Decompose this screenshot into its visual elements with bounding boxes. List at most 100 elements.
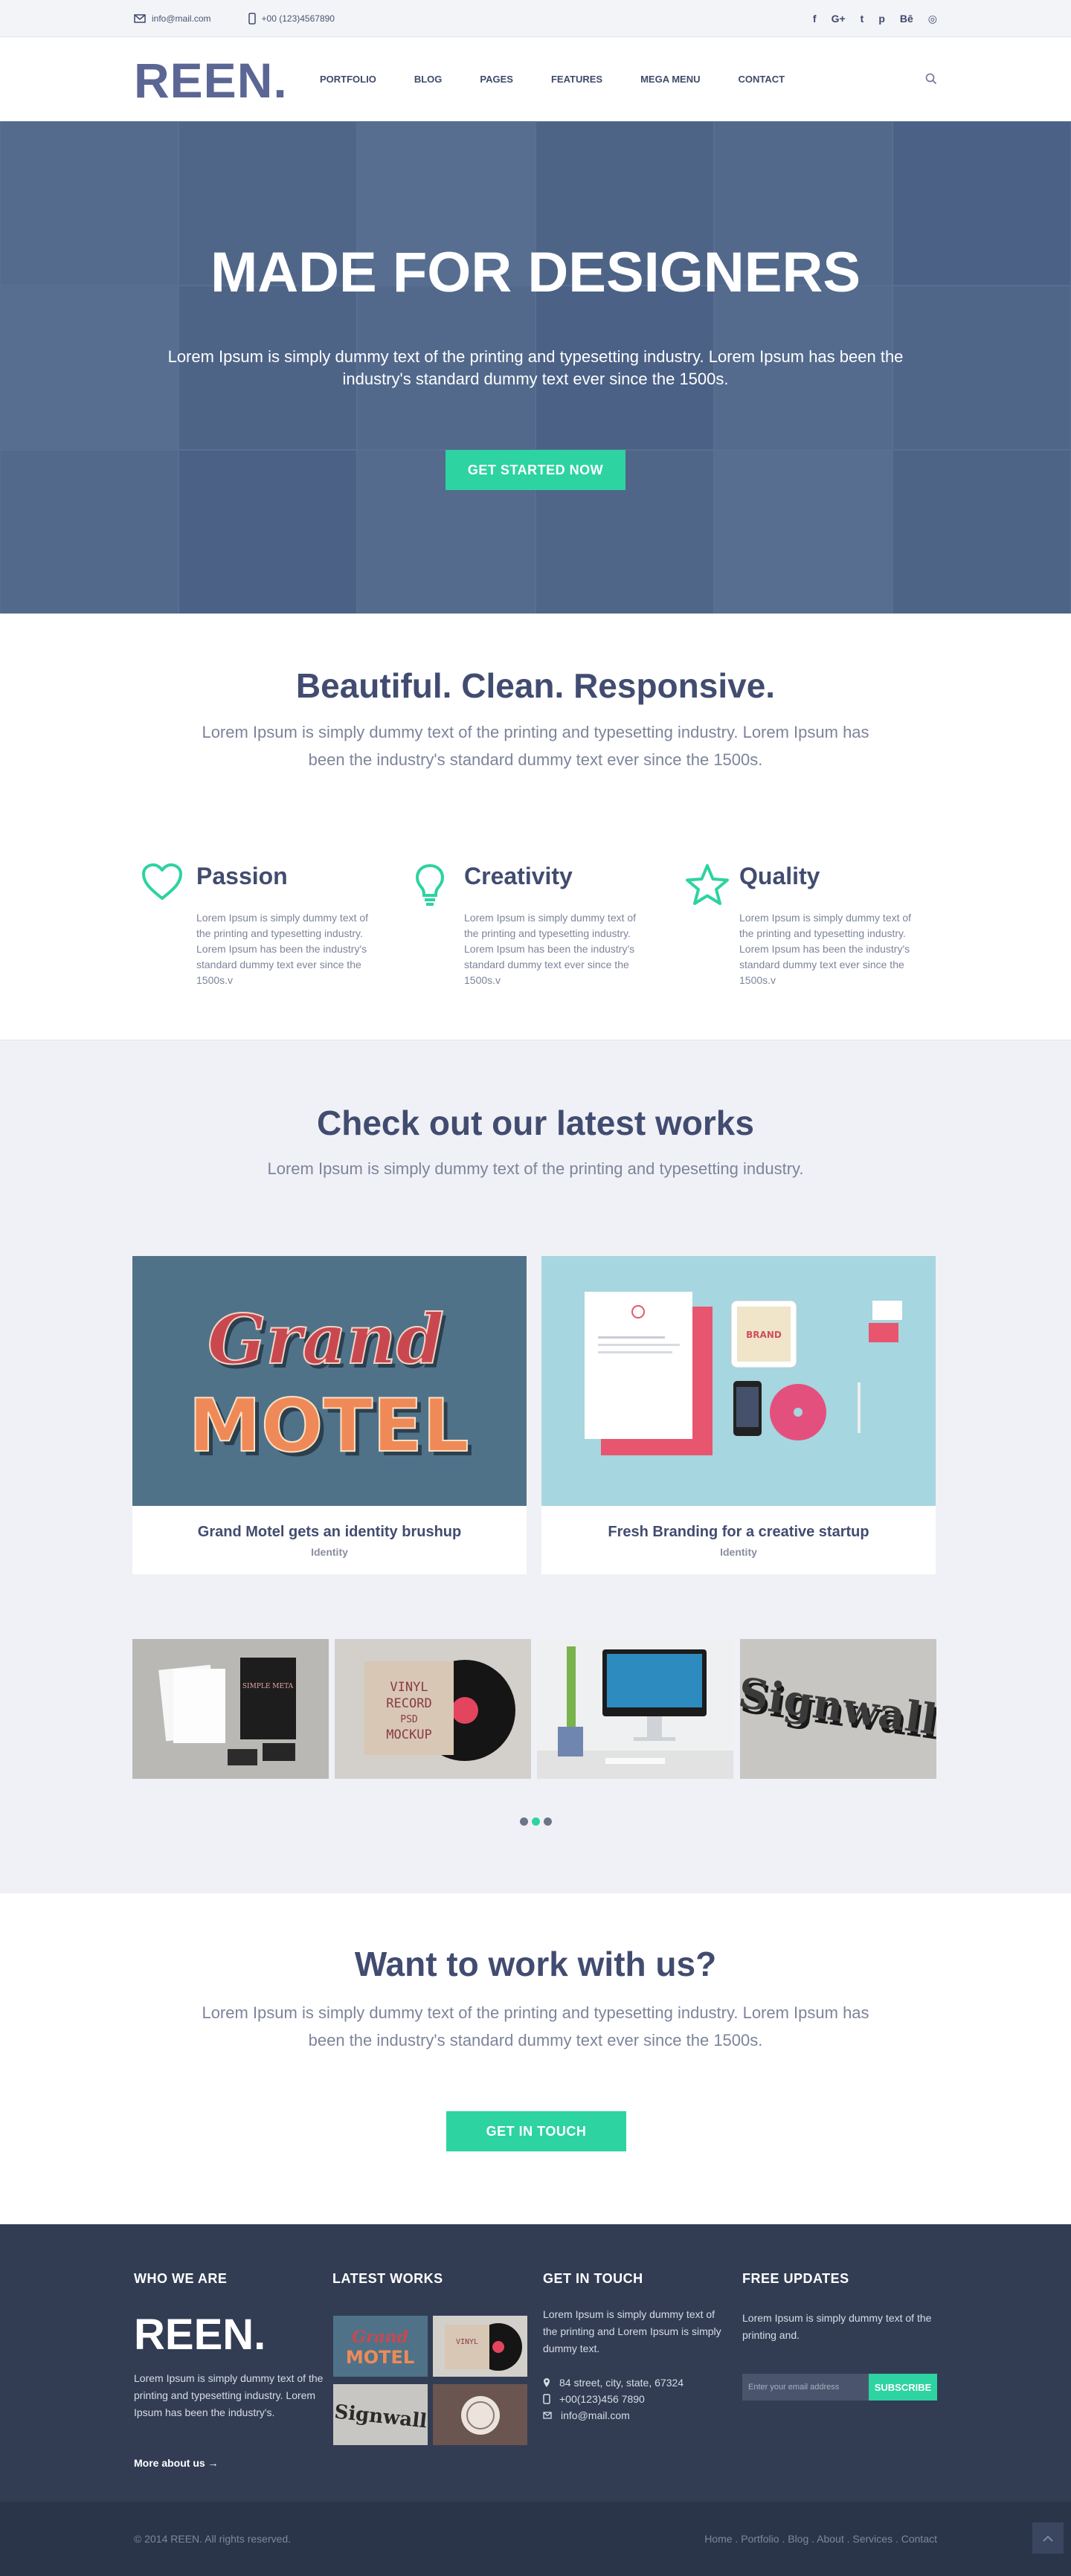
footer-works-title: LATEST WORKS bbox=[332, 2271, 443, 2286]
pinterest-icon[interactable]: p bbox=[878, 13, 885, 25]
work-thumb-stationery[interactable]: SIMPLE META bbox=[132, 1639, 329, 1779]
footer-thumb-vinyl-text: VINYL bbox=[456, 2338, 478, 2346]
footer-thumb-motel-text: MOTEL bbox=[346, 2347, 414, 2368]
brand-art-text: BRAND bbox=[746, 1330, 782, 1340]
feature-title: Quality bbox=[739, 863, 820, 889]
lightbulb-icon bbox=[415, 863, 445, 906]
intro-title: Beautiful. Clean. Responsive. bbox=[295, 666, 776, 705]
footer-email[interactable]: info@mail.com bbox=[543, 2407, 684, 2424]
get-in-touch-button[interactable]: GET IN TOUCH bbox=[446, 2111, 626, 2151]
main-nav: PORTFOLIO BLOG PAGES FEATURES MEGA MENU … bbox=[320, 37, 785, 121]
cta-subtitle: Lorem Ipsum is simply dummy text of the … bbox=[202, 2003, 869, 2049]
work-category: Identity bbox=[720, 1546, 757, 1558]
footer-address: 84 street, city, state, 67324 bbox=[543, 2374, 684, 2391]
more-about-link[interactable]: More about us → bbox=[134, 2457, 219, 2469]
works-section: Check out our latest works Lorem Ipsum i… bbox=[0, 1040, 1071, 1893]
site-footer: WHO WE ARE REEN. Lorem Ipsum is simply d… bbox=[0, 2224, 1071, 2502]
phone-contact[interactable]: +00 (123)4567890 bbox=[248, 13, 335, 25]
nav-portfolio[interactable]: PORTFOLIO bbox=[320, 74, 376, 85]
footer-about-text: Lorem Ipsum is simply dummy text of the … bbox=[134, 2372, 324, 2418]
get-started-button[interactable]: GET STARTED NOW bbox=[446, 450, 625, 490]
heart-icon bbox=[142, 863, 182, 900]
branding-mockup-art: BRAND bbox=[541, 1256, 936, 1506]
nav-blog[interactable]: BLOG bbox=[414, 74, 443, 85]
work-title: Grand Motel gets an identity brushup bbox=[197, 1524, 462, 1540]
grand-motel-art: Grand Grand MOTEL MOTEL bbox=[132, 1256, 527, 1506]
grand-art-text: Grand bbox=[208, 1299, 444, 1379]
feature-text: Lorem Ipsum is simply dummy text of the … bbox=[464, 912, 637, 986]
nav-contact[interactable]: CONTACT bbox=[738, 74, 785, 85]
work-card-grand-motel[interactable]: Grand Grand MOTEL MOTEL Grand Motel gets… bbox=[132, 1256, 527, 1574]
vinyl-art-line1: VINYL bbox=[390, 1680, 428, 1695]
carousel-dot[interactable] bbox=[543, 1817, 552, 1826]
footer-who-title: WHO WE ARE bbox=[134, 2271, 228, 2286]
hero-subtitle: Lorem Ipsum is simply dummy text of the … bbox=[167, 347, 904, 388]
footer-nav-links[interactable]: Home . Portfolio . Blog . About . Servic… bbox=[704, 2533, 937, 2545]
nav-features[interactable]: FEATURES bbox=[551, 74, 602, 85]
footer-touch-title: GET IN TOUCH bbox=[543, 2271, 643, 2286]
social-links: f G+ t p Bē ◎ bbox=[813, 0, 937, 37]
logo-text: REEN bbox=[134, 53, 274, 108]
footer-touch-text: Lorem Ipsum is simply dummy text of the … bbox=[543, 2308, 721, 2354]
stationery-art-text: SIMPLE META bbox=[242, 1683, 294, 1690]
footer-thumb-badge[interactable] bbox=[433, 2384, 527, 2445]
dribbble-icon[interactable]: ◎ bbox=[928, 13, 937, 25]
hero-section: MADE FOR DESIGNERS Lorem Ipsum is simply… bbox=[0, 121, 1071, 614]
carousel-dot-active[interactable] bbox=[531, 1817, 540, 1826]
cta-title: Want to work with us? bbox=[354, 1945, 717, 1983]
copyright-text: © 2014 REEN. All rights reserved. bbox=[134, 2533, 292, 2545]
footer-thumb-vinyl[interactable]: VINYL bbox=[433, 2316, 527, 2377]
footer-thumb-motel[interactable]: Grand MOTEL bbox=[333, 2316, 428, 2377]
site-header: REEN. PORTFOLIO BLOG PAGES FEATURES MEGA… bbox=[0, 37, 1071, 121]
work-thumb-signwall[interactable]: Signwall Signwall bbox=[740, 1639, 936, 1779]
hero-title: MADE FOR DESIGNERS bbox=[210, 241, 861, 304]
star-icon bbox=[686, 864, 729, 905]
newsletter-email-input[interactable]: Enter your email address bbox=[742, 2374, 869, 2400]
feature-title: Creativity bbox=[464, 863, 573, 889]
twitter-icon[interactable]: t bbox=[861, 13, 864, 25]
footer-updates-text: Lorem Ipsum is simply dummy text of the … bbox=[742, 2312, 932, 2341]
envelope-icon bbox=[134, 14, 146, 23]
work-thumb-desktop[interactable] bbox=[537, 1639, 733, 1779]
footer-phone-text: +00(123)456 7890 bbox=[559, 2393, 645, 2405]
email-contact[interactable]: info@mail.com bbox=[134, 13, 211, 24]
motel-art-text: MOTEL bbox=[188, 1384, 469, 1469]
back-to-top-button[interactable] bbox=[1032, 2522, 1064, 2554]
email-text: info@mail.com bbox=[152, 13, 211, 24]
feature-title: Passion bbox=[196, 863, 288, 889]
work-card-fresh-branding[interactable]: BRAND Fresh Branding for a creative star… bbox=[541, 1256, 936, 1574]
footer-thumb-signwall[interactable]: Signwall bbox=[333, 2384, 428, 2445]
footer-thumb-vinyl-art: VINYL bbox=[433, 2316, 527, 2377]
mobile-icon bbox=[248, 13, 256, 25]
subscribe-button[interactable]: SUBSCRIBE bbox=[869, 2374, 937, 2400]
feature-text: Lorem Ipsum is simply dummy text of the … bbox=[739, 912, 912, 986]
nav-pages[interactable]: PAGES bbox=[480, 74, 513, 85]
work-thumb-vinyl[interactable]: VINYL RECORD PSD MOCKUP bbox=[335, 1639, 531, 1779]
work-category: Identity bbox=[311, 1546, 348, 1558]
footer-thumb-signwall-art: Signwall bbox=[333, 2384, 428, 2445]
search-icon[interactable] bbox=[925, 73, 937, 85]
work-title: Fresh Branding for a creative startup bbox=[608, 1524, 869, 1540]
footer-thumb-motel-art: Grand MOTEL bbox=[333, 2316, 428, 2377]
signwall-thumb-art: Signwall Signwall bbox=[740, 1639, 936, 1779]
vinyl-art-line3: PSD bbox=[400, 1714, 418, 1725]
footer-logo[interactable]: REEN. bbox=[134, 2310, 266, 2360]
top-bar: info@mail.com +00 (123)4567890 f G+ t p … bbox=[0, 0, 1071, 37]
carousel-dot[interactable] bbox=[519, 1817, 528, 1826]
nav-mega-menu[interactable]: MEGA MENU bbox=[640, 74, 700, 85]
facebook-icon[interactable]: f bbox=[813, 13, 817, 25]
stationery-thumb-art: SIMPLE META bbox=[132, 1639, 329, 1779]
logo-dot: . bbox=[273, 53, 288, 108]
logo[interactable]: REEN. bbox=[134, 52, 288, 109]
footer-updates-title: FREE UPDATES bbox=[742, 2271, 849, 2286]
vinyl-art-line2: RECORD bbox=[386, 1696, 431, 1711]
footer-thumb-grand-text: Grand bbox=[352, 2328, 408, 2347]
chevron-up-icon bbox=[1043, 2535, 1053, 2542]
works-title: Check out our latest works bbox=[317, 1104, 754, 1142]
footer-contact-list: 84 street, city, state, 67324 +00(123)45… bbox=[543, 2374, 684, 2424]
map-pin-icon bbox=[544, 2378, 550, 2387]
contact-info: info@mail.com +00 (123)4567890 bbox=[134, 0, 335, 37]
behance-icon[interactable]: Bē bbox=[900, 13, 913, 25]
footer-phone: +00(123)456 7890 bbox=[543, 2391, 684, 2407]
google-plus-icon[interactable]: G+ bbox=[832, 13, 846, 25]
